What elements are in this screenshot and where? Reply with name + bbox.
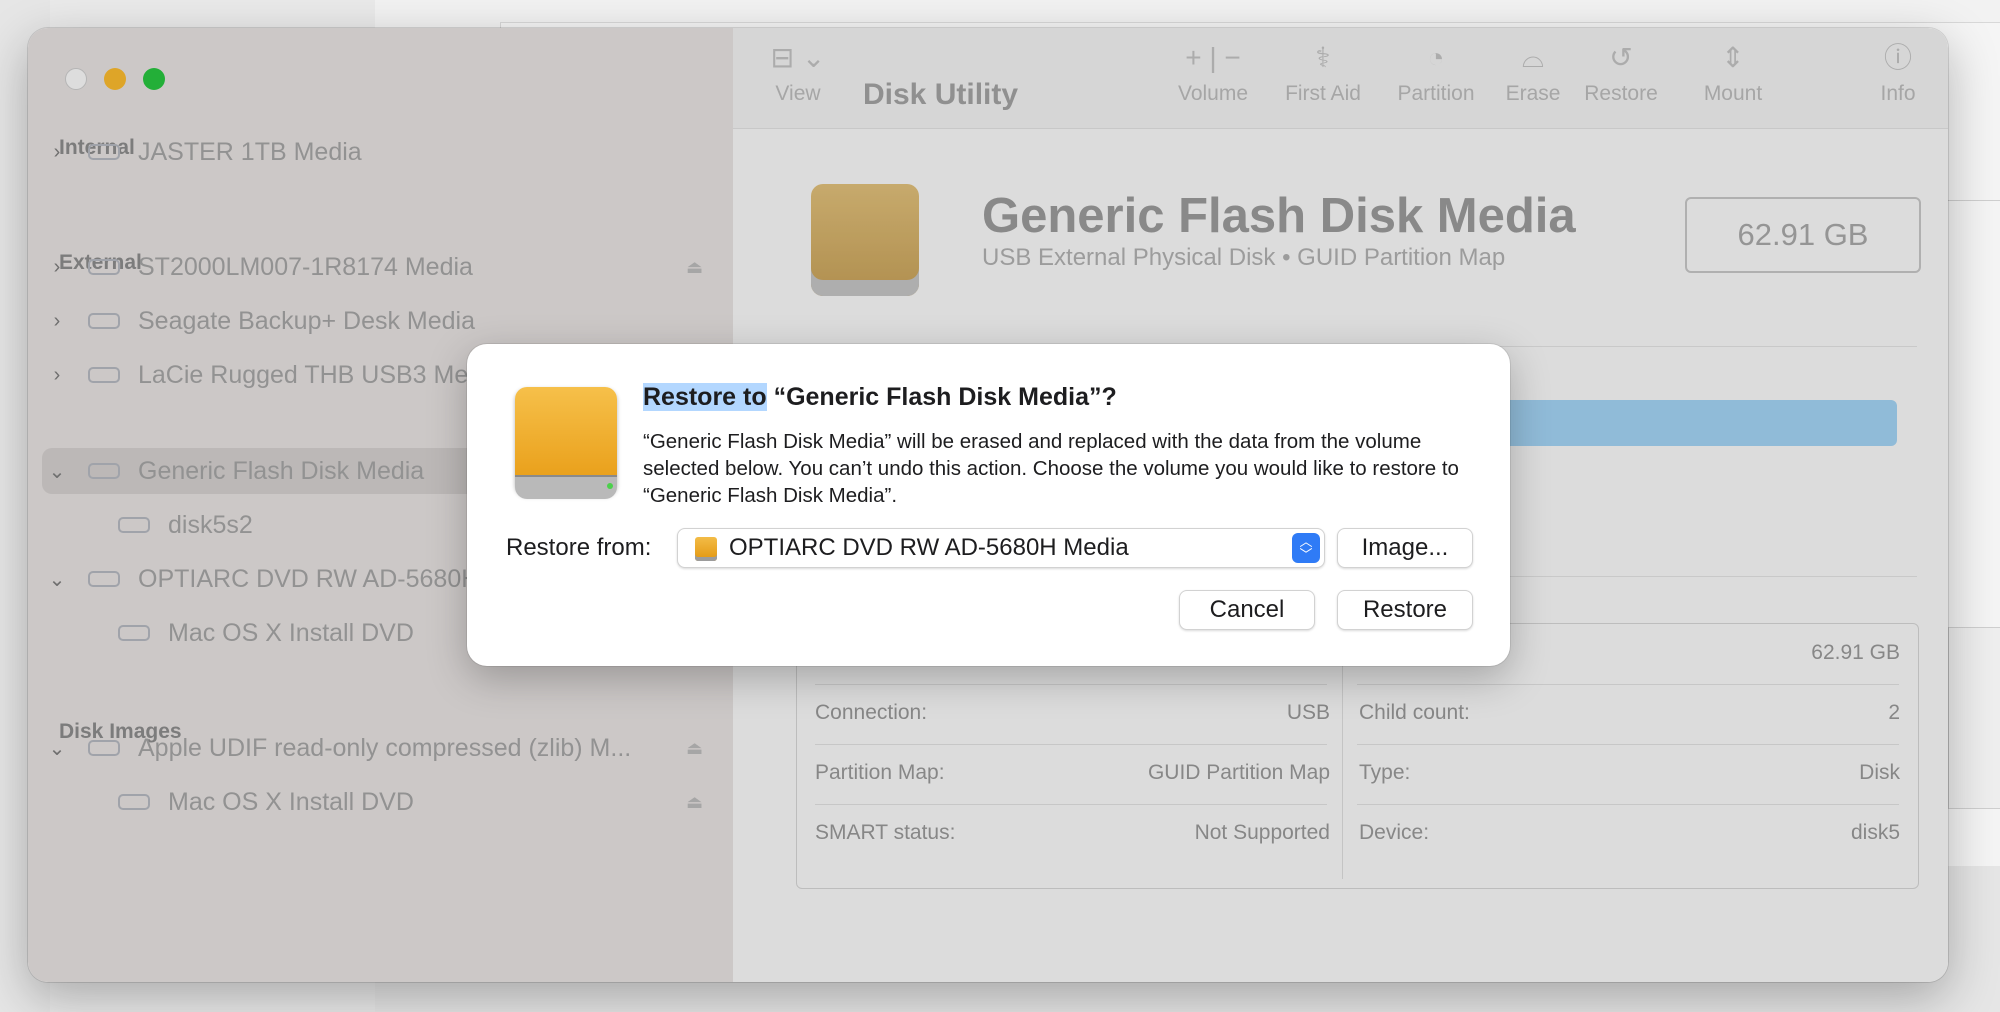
background-panel-edge	[1948, 200, 2000, 241]
drive-icon	[695, 537, 717, 561]
restore-from-popup[interactable]: OPTIARC DVD RW AD-5680H Media ︿ ﹀	[677, 528, 1325, 568]
external-drive-icon	[511, 387, 621, 499]
dialog-message: “Generic Flash Disk Media” will be erase…	[643, 430, 1459, 507]
popup-chevrons-icon[interactable]: ︿ ﹀	[1292, 533, 1320, 563]
restore-from-label: Restore from:	[506, 534, 652, 561]
background-box-edge	[1948, 627, 2000, 809]
restore-dialog: Restore to “Generic Flash Disk Media”? “…	[467, 344, 1510, 666]
cancel-button[interactable]: Cancel	[1179, 590, 1315, 630]
restore-from-value: OPTIARC DVD RW AD-5680H Media	[729, 534, 1129, 561]
selected-text: Restore to	[643, 383, 767, 411]
restore-button[interactable]: Restore	[1337, 590, 1473, 630]
image-button[interactable]: Image...	[1337, 528, 1473, 568]
dialog-title: Restore to “Generic Flash Disk Media”?	[643, 383, 1117, 411]
